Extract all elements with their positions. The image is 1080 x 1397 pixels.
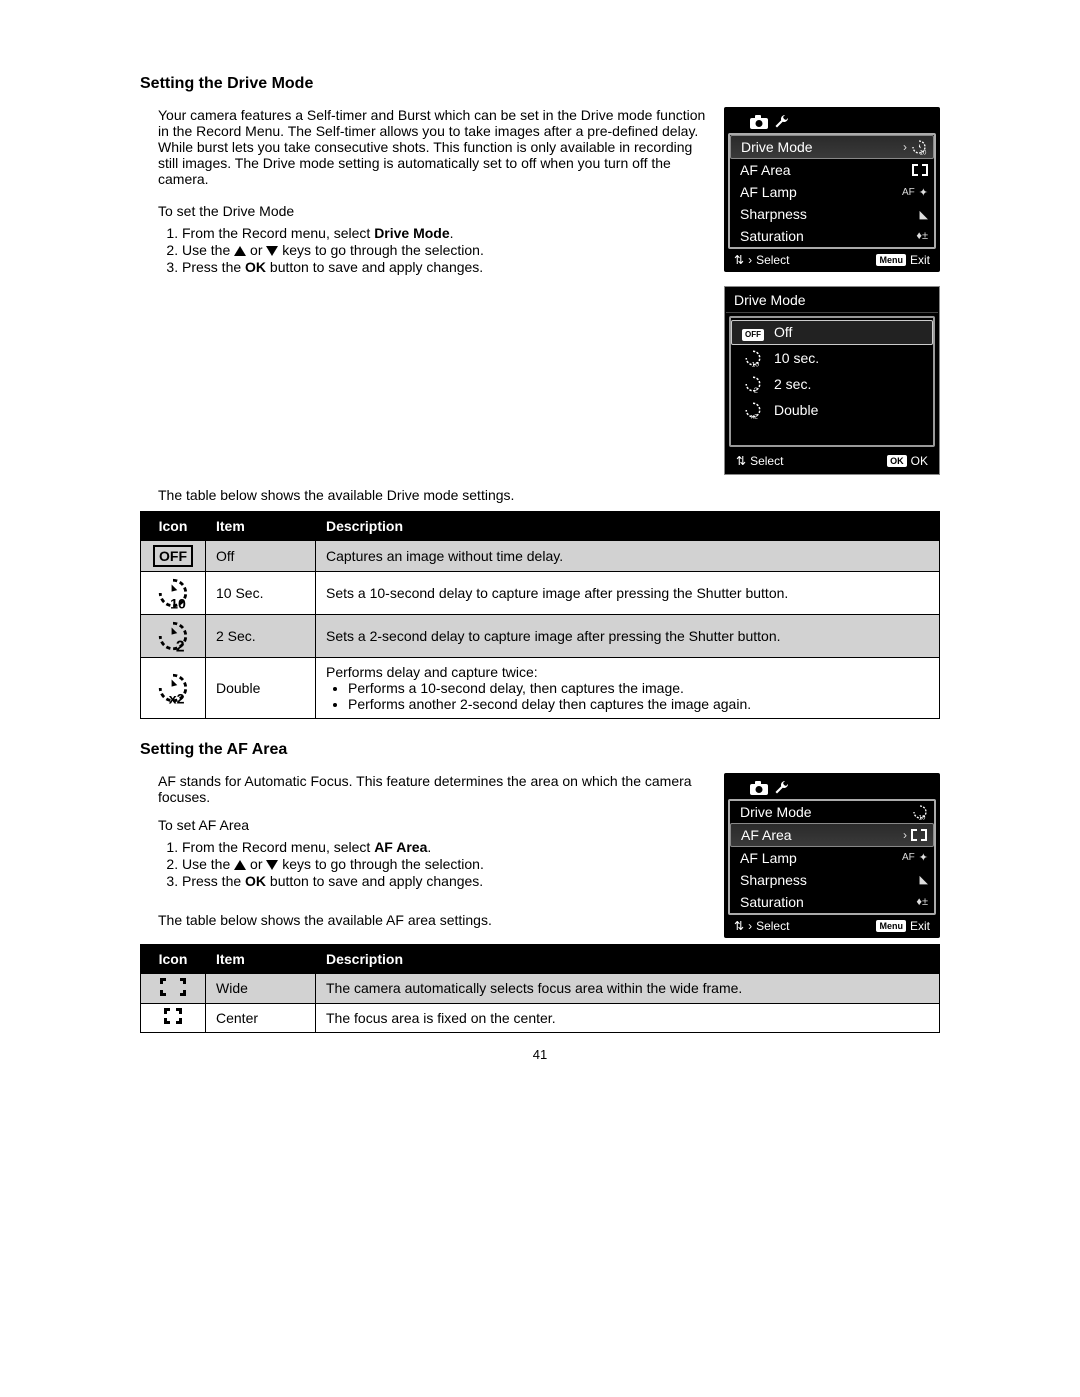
timer2-icon: 2 <box>742 375 764 393</box>
heading-drive-mode: Setting the Drive Mode <box>140 75 940 93</box>
camera-screen-record-menu: Drive Mode › 10 AF Area <box>724 107 940 272</box>
menu-item-af-lamp[interactable]: AF Lamp AF✦ <box>730 181 934 203</box>
drive-option-off[interactable]: OFF Off <box>731 320 933 345</box>
svg-text:10: 10 <box>752 361 760 367</box>
updown-icon: ⇅ <box>736 454 746 468</box>
camera-screen-record-menu-af: Drive Mode 10 AF Area › <box>724 773 940 938</box>
menu-item-af-lamp[interactable]: AF Lamp AF✦ <box>730 847 934 869</box>
drive-option-2sec[interactable]: 2 2 sec. <box>731 371 933 397</box>
camera-tab-icon <box>750 781 768 795</box>
svg-text:2: 2 <box>754 385 758 393</box>
menu-item-drive-mode[interactable]: Drive Mode › 10 <box>730 135 934 159</box>
table-row: x2 Double Performs delay and capture twi… <box>141 657 940 718</box>
table-row: 2 2 Sec. Sets a 2-second delay to captur… <box>141 614 940 657</box>
table1-intro: The table below shows the available Driv… <box>158 487 940 503</box>
lamp-icon: ✦ <box>919 186 928 199</box>
wrench-tab-icon <box>774 780 790 796</box>
menu-badge: Menu <box>876 254 906 266</box>
ok-badge: OK <box>887 455 907 467</box>
steps-drive: From the Record menu, select Drive Mode.… <box>182 225 706 276</box>
off-icon: OFF <box>153 545 193 567</box>
drive-option-10sec[interactable]: 10 10 sec. <box>731 345 933 371</box>
drive-mode-table: Icon Item Description OFF Off Captures a… <box>140 511 940 719</box>
timer10-icon: 10 <box>911 139 927 155</box>
menu-badge: Menu <box>876 920 906 932</box>
timer10-icon: 10 <box>742 349 764 367</box>
menu-item-saturation[interactable]: Saturation ♦± <box>730 225 934 247</box>
intro-drive-mode: Your camera features a Self-timer and Bu… <box>158 107 706 187</box>
timer-double-icon: x2 <box>141 657 206 718</box>
saturation-icon: ♦± <box>916 230 928 242</box>
up-arrow-icon <box>234 860 246 870</box>
center-frame-icon <box>164 1008 182 1024</box>
camera-screen-drive-options: Drive Mode OFF Off 10 10 sec. <box>724 286 940 475</box>
off-icon: OFF <box>742 329 764 341</box>
sharpness-icon: ◣ <box>920 208 928 221</box>
wrench-tab-icon <box>774 114 790 130</box>
table-row: Wide The camera automatically selects fo… <box>141 973 940 1003</box>
updown-icon: ⇅ <box>734 919 744 933</box>
step-2: Use the or keys to go through the select… <box>182 242 706 259</box>
af-area-table: Icon Item Description Wide The camera au… <box>140 944 940 1033</box>
wide-frame-icon <box>911 829 927 841</box>
svg-text:10: 10 <box>170 596 186 609</box>
menu-item-drive-mode[interactable]: Drive Mode 10 <box>730 801 934 823</box>
svg-text:x2: x2 <box>751 413 758 419</box>
howto-title-drive: To set the Drive Mode <box>158 203 706 219</box>
sharpness-icon: ◣ <box>920 873 928 886</box>
table-row: 10 10 Sec. Sets a 10-second delay to cap… <box>141 571 940 614</box>
svg-text:2: 2 <box>176 638 185 652</box>
chevron-right-icon: › <box>903 828 907 842</box>
wide-frame-icon <box>160 978 186 996</box>
step-1: From the Record menu, select AF Area. <box>182 839 706 856</box>
table2-intro: The table below shows the available AF a… <box>158 912 706 928</box>
step-1: From the Record menu, select Drive Mode. <box>182 225 706 242</box>
saturation-icon: ♦± <box>916 896 928 908</box>
menu-item-saturation[interactable]: Saturation ♦± <box>730 891 934 913</box>
screen2-title: Drive Mode <box>726 288 938 313</box>
svg-text:10: 10 <box>919 815 926 820</box>
svg-text:10: 10 <box>920 150 927 155</box>
camera-tab-icon <box>750 115 768 129</box>
up-arrow-icon <box>234 246 246 256</box>
chevron-right-icon: › <box>903 140 907 154</box>
intro-af-area: AF stands for Automatic Focus. This feat… <box>158 773 706 805</box>
timer2-icon: 2 <box>141 614 206 657</box>
steps-af: From the Record menu, select AF Area. Us… <box>182 839 706 890</box>
svg-text:x2: x2 <box>169 691 185 704</box>
updown-icon: ⇅ <box>734 253 744 267</box>
table-row: OFF Off Captures an image without time d… <box>141 540 940 571</box>
menu-item-af-area[interactable]: AF Area <box>730 159 934 181</box>
step-2: Use the or keys to go through the select… <box>182 856 706 873</box>
heading-af-area: Setting the AF Area <box>140 741 940 759</box>
step-3: Press the OK button to save and apply ch… <box>182 259 706 276</box>
down-arrow-icon <box>266 246 278 256</box>
menu-item-sharpness[interactable]: Sharpness ◣ <box>730 869 934 891</box>
timer10-icon: 10 <box>912 804 928 820</box>
down-arrow-icon <box>266 860 278 870</box>
wide-frame-icon <box>912 164 928 176</box>
timer10-icon: 10 <box>141 571 206 614</box>
step-3: Press the OK button to save and apply ch… <box>182 873 706 890</box>
table-row: Center The focus area is fixed on the ce… <box>141 1003 940 1032</box>
howto-title-af: To set AF Area <box>158 817 706 833</box>
menu-item-af-area[interactable]: AF Area › <box>730 823 934 847</box>
timer-double-icon: x2 <box>742 401 764 419</box>
page-number: 41 <box>140 1047 940 1062</box>
drive-option-double[interactable]: x2 Double <box>731 397 933 423</box>
lamp-icon: ✦ <box>919 851 928 864</box>
menu-item-sharpness[interactable]: Sharpness ◣ <box>730 203 934 225</box>
